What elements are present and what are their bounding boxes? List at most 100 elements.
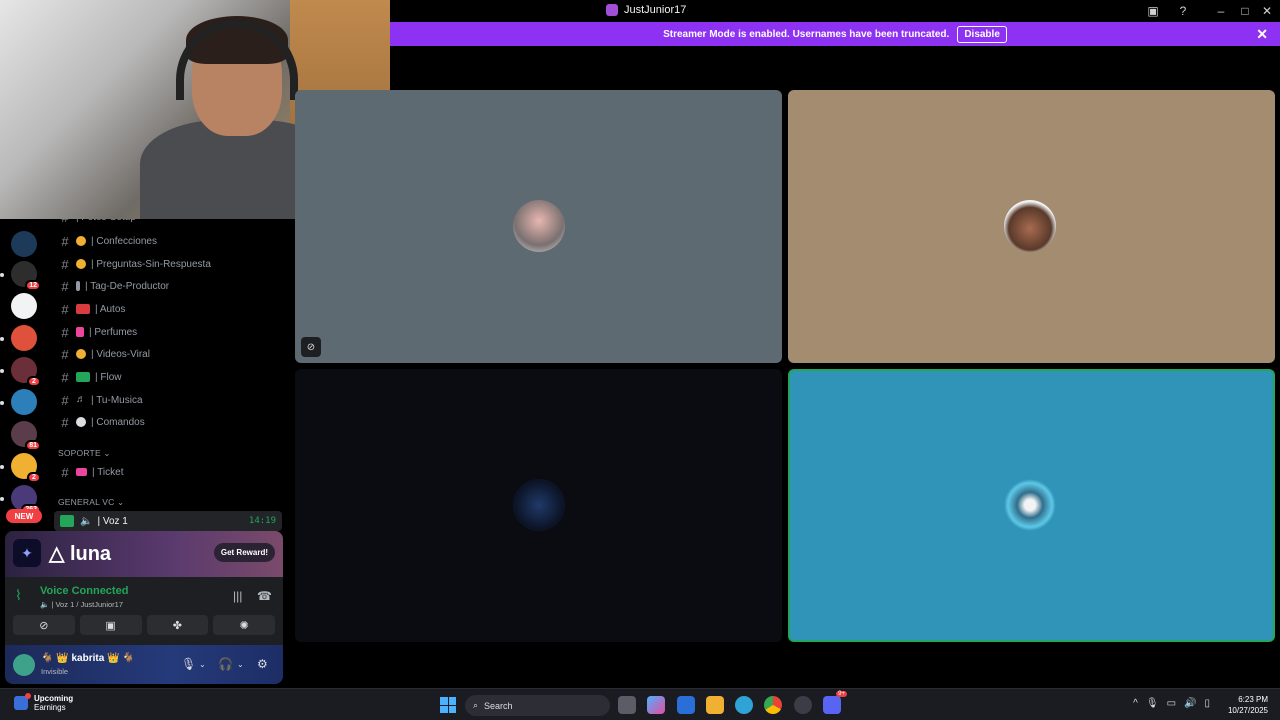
participant-tile[interactable]: [788, 90, 1275, 363]
volume-icon[interactable]: 🔊: [1184, 698, 1196, 709]
unread-pill: [0, 337, 4, 341]
channel-emoji-icon: [76, 327, 84, 337]
voice-duration: 14:19: [248, 516, 276, 526]
server-icon[interactable]: 262: [11, 485, 41, 515]
minimize-icon[interactable]: –: [1213, 3, 1229, 19]
category-general-vc[interactable]: GENERAL VC ⌄: [58, 497, 124, 508]
chevron-down-icon: ⌄: [117, 497, 125, 507]
voice-channel-label: | Voz 1: [97, 515, 128, 527]
maximize-icon[interactable]: □: [1237, 3, 1253, 19]
server-icon[interactable]: [11, 325, 37, 351]
voice-controls: ⊘ ▣ ✤ ✺: [13, 615, 275, 635]
server-icon[interactable]: 81: [11, 421, 41, 451]
share-screen-button[interactable]: ▣: [79, 615, 142, 635]
start-button[interactable]: [440, 697, 456, 713]
camera-off-icon: ⊘: [39, 619, 49, 632]
mail-icon[interactable]: [677, 696, 695, 714]
avatar[interactable]: [13, 654, 35, 676]
gear-icon[interactable]: ⚙: [257, 657, 268, 671]
channel-item[interactable]: # | Tag-De-Productor: [46, 276, 290, 296]
channel-item[interactable]: # | Autos: [46, 299, 290, 319]
battery-icon[interactable]: ▯: [1204, 698, 1210, 709]
channel-item[interactable]: # | Videos-Viral: [46, 344, 290, 364]
activities-button[interactable]: ✤: [146, 615, 209, 635]
get-reward-button[interactable]: Get Reward!: [213, 543, 275, 562]
server-icon[interactable]: [11, 389, 37, 415]
server-icon[interactable]: 2: [11, 357, 41, 387]
mention-badge: 2: [27, 376, 41, 387]
server-icon[interactable]: [11, 293, 37, 319]
channel-emoji-icon: [76, 259, 86, 269]
network-icon[interactable]: ▭: [1167, 698, 1176, 709]
screen-share-icon: ▣: [105, 619, 116, 632]
category-soporte[interactable]: SOPORTE ⌄: [58, 448, 111, 459]
close-window-icon[interactable]: ✕: [1259, 3, 1275, 19]
streamer-mode-banner: Streamer Mode is enabled. Usernames have…: [390, 22, 1280, 46]
task-view-icon[interactable]: [618, 696, 636, 714]
chrome-icon[interactable]: [764, 696, 782, 714]
github-icon[interactable]: [794, 696, 812, 714]
voice-status[interactable]: Voice Connected: [40, 585, 128, 597]
username[interactable]: 🐐 👑 kabrita 👑 🐐: [41, 653, 135, 664]
voice-detail: 🔈 | Voz 1 / JustJunior17: [40, 600, 124, 609]
headphones-icon[interactable]: 🎧: [218, 657, 233, 671]
disable-streamer-button[interactable]: Disable: [957, 25, 1007, 43]
disconnect-icon[interactable]: ☎: [257, 589, 272, 603]
discord-logo-icon: [606, 4, 618, 16]
mention-badge: 12: [25, 280, 41, 291]
close-banner-icon[interactable]: ✕: [1256, 26, 1268, 43]
hash-icon: #: [61, 392, 69, 408]
microphone-icon[interactable]: 🎙: [181, 657, 196, 671]
participant-tile-speaking[interactable]: [788, 369, 1275, 642]
taskbar-search[interactable]: ⌕ Search: [465, 695, 610, 716]
chevron-down-icon[interactable]: ⌄: [199, 660, 206, 669]
windows-taskbar: Upcoming Earnings ⌕ Search 9+ ^ 🎙 ▭ 🔊 ▯ …: [0, 688, 1280, 720]
account-bar: 🐐 👑 kabrita 👑 🐐 Invisible 🎙 ⌄ 🎧 ⌄ ⚙: [5, 645, 283, 684]
participant-tile[interactable]: ⊘: [295, 90, 782, 363]
edge-icon[interactable]: [735, 696, 753, 714]
hash-icon: #: [61, 278, 69, 294]
server-icon[interactable]: 12: [11, 261, 41, 291]
channel-item[interactable]: # | Ticket: [46, 462, 290, 482]
copilot-icon[interactable]: [647, 696, 665, 714]
cast-icon[interactable]: ▣: [1145, 3, 1161, 19]
voice-connection: ⌇ Voice Connected 🔈 | Voz 1 / JustJunior…: [5, 581, 283, 615]
server-icon[interactable]: 2: [11, 453, 41, 483]
camera-off-button[interactable]: ⊘: [13, 615, 75, 635]
activities-icon: ✤: [172, 619, 182, 632]
luna-promo-banner[interactable]: ✦ △ luna Get Reward!: [5, 531, 283, 577]
voice-channel-item[interactable]: 🔈 | Voz 1 14:19: [54, 511, 282, 531]
hash-icon: #: [61, 369, 69, 385]
noise-suppression-icon[interactable]: |||: [233, 589, 242, 603]
discord-notification-badge: 9+: [836, 691, 847, 697]
widgets-button[interactable]: Upcoming Earnings: [14, 693, 73, 712]
user-status: Invisible: [41, 667, 69, 676]
channel-item[interactable]: # | Comandos: [46, 412, 290, 432]
file-explorer-icon[interactable]: [706, 696, 724, 714]
chevron-down-icon[interactable]: ⌄: [237, 660, 244, 669]
channel-item[interactable]: # | Preguntas-Sin-Respuesta: [46, 254, 290, 274]
system-clock[interactable]: 6:23 PM 10/27/2025: [1228, 694, 1268, 716]
channel-item[interactable]: # | Flow: [46, 367, 290, 387]
help-icon[interactable]: ?: [1175, 3, 1191, 19]
channel-item[interactable]: # | Perfumes: [46, 322, 290, 342]
discord-taskbar-icon[interactable]: 9+: [823, 691, 847, 714]
hash-icon: #: [61, 346, 69, 362]
participant-avatar: [513, 200, 565, 252]
channel-emoji-icon: [76, 349, 86, 359]
luna-logo-icon: ✦: [13, 539, 41, 567]
participant-tile[interactable]: [295, 369, 782, 642]
chevron-up-icon[interactable]: ^: [1133, 698, 1138, 709]
channel-emoji-icon: [76, 372, 90, 382]
channel-item[interactable]: # | Confecciones: [46, 231, 290, 251]
hash-icon: #: [61, 301, 69, 317]
channel-item[interactable]: # ♬ | Tu-Musica: [46, 390, 290, 410]
channel-label: | Autos: [95, 303, 126, 315]
server-icon[interactable]: [11, 231, 37, 257]
chevron-down-icon: ⌄: [103, 448, 111, 458]
microphone-tray-icon[interactable]: 🎙: [1146, 698, 1159, 709]
clock-date: 10/27/2025: [1227, 706, 1268, 715]
soundboard-icon: ✺: [239, 619, 249, 632]
speaker-icon: 🔈: [80, 515, 93, 527]
soundboard-button[interactable]: ✺: [213, 615, 275, 635]
